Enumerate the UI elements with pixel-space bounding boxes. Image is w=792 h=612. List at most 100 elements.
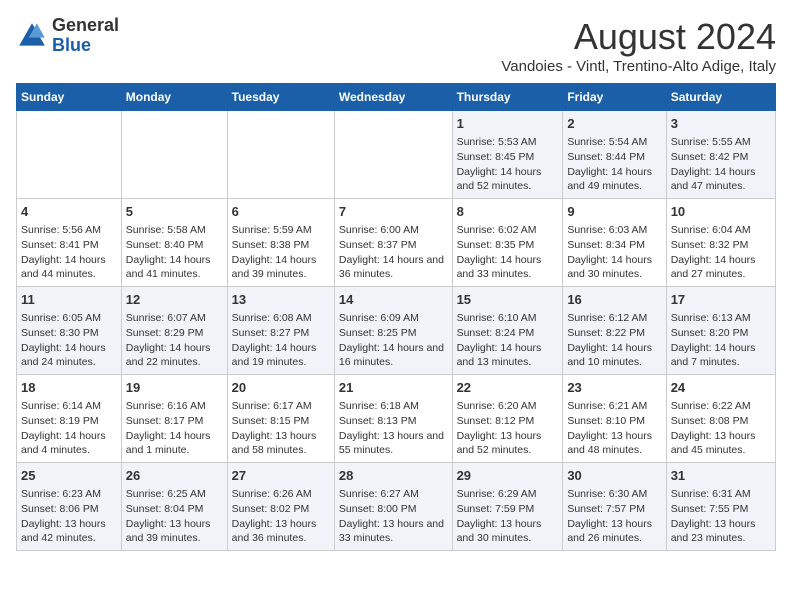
- day-number: 22: [457, 379, 559, 397]
- day-cell: 31 Sunrise: 6:31 AM Sunset: 7:55 PM Dayli…: [666, 463, 775, 551]
- week-row-5: 25 Sunrise: 6:23 AM Sunset: 8:06 PM Dayli…: [17, 463, 776, 551]
- day-cell: 30Sunrise: 6:30 AM Sunset: 7:57 PM Dayli…: [563, 463, 666, 551]
- day-number: 12: [126, 291, 223, 309]
- day-number: 5: [126, 203, 223, 221]
- day-cell: 18 Sunrise: 6:14 AM Sunset: 8:19 PM Dayli…: [17, 375, 122, 463]
- cell-content: Sunrise: 6:10 AM Sunset: 8:24 PM Dayligh…: [457, 311, 559, 370]
- day-cell: 27 Sunrise: 6:26 AM Sunset: 8:02 PM Dayli…: [227, 463, 334, 551]
- day-cell: 7 Sunrise: 6:00 AM Sunset: 8:37 PM Daylig…: [334, 199, 452, 287]
- day-number: 3: [671, 115, 771, 133]
- title-area: August 2024 Vandoies - Vintl, Trentino-A…: [501, 16, 776, 75]
- day-header-wednesday: Wednesday: [334, 84, 452, 111]
- cell-content: Sunrise: 6:12 AM Sunset: 8:22 PM Dayligh…: [567, 311, 661, 370]
- day-number: 17: [671, 291, 771, 309]
- logo-icon: [16, 20, 48, 52]
- day-number: 4: [21, 203, 117, 221]
- cell-content: Sunrise: 6:20 AM Sunset: 8:12 PM Dayligh…: [457, 399, 559, 458]
- day-cell: [17, 111, 122, 199]
- day-cell: 26 Sunrise: 6:25 AM Sunset: 8:04 PM Dayli…: [121, 463, 227, 551]
- cell-content: Sunrise: 6:14 AM Sunset: 8:19 PM Dayligh…: [21, 399, 117, 458]
- day-cell: 4 Sunrise: 5:56 AM Sunset: 8:41 PM Daylig…: [17, 199, 122, 287]
- day-cell: 22 Sunrise: 6:20 AM Sunset: 8:12 PM Dayli…: [452, 375, 563, 463]
- cell-content: Sunrise: 6:26 AM Sunset: 8:02 PM Dayligh…: [232, 487, 330, 546]
- day-cell: 29Sunrise: 6:29 AM Sunset: 7:59 PM Dayli…: [452, 463, 563, 551]
- day-cell: 11 Sunrise: 6:05 AM Sunset: 8:30 PM Dayli…: [17, 287, 122, 375]
- day-number: 7: [339, 203, 448, 221]
- day-cell: [227, 111, 334, 199]
- day-number: 9: [567, 203, 661, 221]
- day-number: 25: [21, 467, 117, 485]
- day-cell: 20Sunrise: 6:17 AM Sunset: 8:15 PM Dayli…: [227, 375, 334, 463]
- day-cell: 3Sunrise: 5:55 AM Sunset: 8:42 PM Daylig…: [666, 111, 775, 199]
- cell-content: Sunrise: 6:00 AM Sunset: 8:37 PM Dayligh…: [339, 223, 448, 282]
- logo-text: General Blue: [52, 16, 119, 56]
- cell-content: Sunrise: 6:17 AM Sunset: 8:15 PM Dayligh…: [232, 399, 330, 458]
- day-cell: 19 Sunrise: 6:16 AM Sunset: 8:17 PM Dayli…: [121, 375, 227, 463]
- cell-content: Sunrise: 6:05 AM Sunset: 8:30 PM Dayligh…: [21, 311, 117, 370]
- day-cell: [334, 111, 452, 199]
- cell-content: Sunrise: 6:03 AM Sunset: 8:34 PM Dayligh…: [567, 223, 661, 282]
- cell-content: Sunrise: 6:13 AM Sunset: 8:20 PM Dayligh…: [671, 311, 771, 370]
- week-row-2: 4 Sunrise: 5:56 AM Sunset: 8:41 PM Daylig…: [17, 199, 776, 287]
- day-header-sunday: Sunday: [17, 84, 122, 111]
- day-cell: 16 Sunrise: 6:12 AM Sunset: 8:22 PM Dayli…: [563, 287, 666, 375]
- day-number: 13: [232, 291, 330, 309]
- day-cell: 17 Sunrise: 6:13 AM Sunset: 8:20 PM Dayli…: [666, 287, 775, 375]
- day-header-friday: Friday: [563, 84, 666, 111]
- day-cell: 2 Sunrise: 5:54 AM Sunset: 8:44 PM Daylig…: [563, 111, 666, 199]
- day-number: 21: [339, 379, 448, 397]
- cell-content: Sunrise: 6:18 AM Sunset: 8:13 PM Dayligh…: [339, 399, 448, 458]
- day-cell: 9 Sunrise: 6:03 AM Sunset: 8:34 PM Daylig…: [563, 199, 666, 287]
- day-cell: 13 Sunrise: 6:08 AM Sunset: 8:27 PM Dayli…: [227, 287, 334, 375]
- day-header-thursday: Thursday: [452, 84, 563, 111]
- day-number: 31: [671, 467, 771, 485]
- day-number: 27: [232, 467, 330, 485]
- day-cell: 28Sunrise: 6:27 AM Sunset: 8:00 PM Dayli…: [334, 463, 452, 551]
- cell-content: Sunrise: 6:23 AM Sunset: 8:06 PM Dayligh…: [21, 487, 117, 546]
- day-cell: 15Sunrise: 6:10 AM Sunset: 8:24 PM Dayli…: [452, 287, 563, 375]
- day-number: 14: [339, 291, 448, 309]
- day-cell: 1 Sunrise: 5:53 AM Sunset: 8:45 PM Daylig…: [452, 111, 563, 199]
- calendar-table: SundayMondayTuesdayWednesdayThursdayFrid…: [16, 83, 776, 551]
- cell-content: Sunrise: 5:56 AM Sunset: 8:41 PM Dayligh…: [21, 223, 117, 282]
- day-number: 11: [21, 291, 117, 309]
- cell-content: Sunrise: 5:59 AM Sunset: 8:38 PM Dayligh…: [232, 223, 330, 282]
- day-cell: 25 Sunrise: 6:23 AM Sunset: 8:06 PM Dayli…: [17, 463, 122, 551]
- cell-content: Sunrise: 6:31 AM Sunset: 7:55 PM Dayligh…: [671, 487, 771, 546]
- cell-content: Sunrise: 5:58 AM Sunset: 8:40 PM Dayligh…: [126, 223, 223, 282]
- day-cell: [121, 111, 227, 199]
- cell-content: Sunrise: 6:29 AM Sunset: 7:59 PM Dayligh…: [457, 487, 559, 546]
- cell-content: Sunrise: 5:54 AM Sunset: 8:44 PM Dayligh…: [567, 135, 661, 194]
- cell-content: Sunrise: 6:30 AM Sunset: 7:57 PM Dayligh…: [567, 487, 661, 546]
- day-number: 1: [457, 115, 559, 133]
- cell-content: Sunrise: 6:25 AM Sunset: 8:04 PM Dayligh…: [126, 487, 223, 546]
- cell-content: Sunrise: 6:16 AM Sunset: 8:17 PM Dayligh…: [126, 399, 223, 458]
- day-number: 28: [339, 467, 448, 485]
- logo: General Blue: [16, 16, 119, 56]
- subtitle: Vandoies - Vintl, Trentino-Alto Adige, I…: [501, 58, 776, 75]
- cell-content: Sunrise: 5:53 AM Sunset: 8:45 PM Dayligh…: [457, 135, 559, 194]
- day-number: 26: [126, 467, 223, 485]
- day-number: 2: [567, 115, 661, 133]
- week-row-1: 1 Sunrise: 5:53 AM Sunset: 8:45 PM Daylig…: [17, 111, 776, 199]
- day-number: 19: [126, 379, 223, 397]
- day-number: 8: [457, 203, 559, 221]
- cell-content: Sunrise: 6:09 AM Sunset: 8:25 PM Dayligh…: [339, 311, 448, 370]
- cell-content: Sunrise: 6:08 AM Sunset: 8:27 PM Dayligh…: [232, 311, 330, 370]
- day-cell: 24Sunrise: 6:22 AM Sunset: 8:08 PM Dayli…: [666, 375, 775, 463]
- week-row-3: 11 Sunrise: 6:05 AM Sunset: 8:30 PM Dayli…: [17, 287, 776, 375]
- day-cell: 10Sunrise: 6:04 AM Sunset: 8:32 PM Dayli…: [666, 199, 775, 287]
- day-header-monday: Monday: [121, 84, 227, 111]
- day-number: 24: [671, 379, 771, 397]
- header: General Blue August 2024 Vandoies - Vint…: [16, 16, 776, 75]
- main-title: August 2024: [501, 16, 776, 58]
- cell-content: Sunrise: 6:04 AM Sunset: 8:32 PM Dayligh…: [671, 223, 771, 282]
- cell-content: Sunrise: 6:21 AM Sunset: 8:10 PM Dayligh…: [567, 399, 661, 458]
- day-cell: 14 Sunrise: 6:09 AM Sunset: 8:25 PM Dayli…: [334, 287, 452, 375]
- day-cell: 21 Sunrise: 6:18 AM Sunset: 8:13 PM Dayli…: [334, 375, 452, 463]
- day-number: 18: [21, 379, 117, 397]
- day-cell: 5 Sunrise: 5:58 AM Sunset: 8:40 PM Daylig…: [121, 199, 227, 287]
- week-row-4: 18 Sunrise: 6:14 AM Sunset: 8:19 PM Dayli…: [17, 375, 776, 463]
- day-number: 16: [567, 291, 661, 309]
- day-header-saturday: Saturday: [666, 84, 775, 111]
